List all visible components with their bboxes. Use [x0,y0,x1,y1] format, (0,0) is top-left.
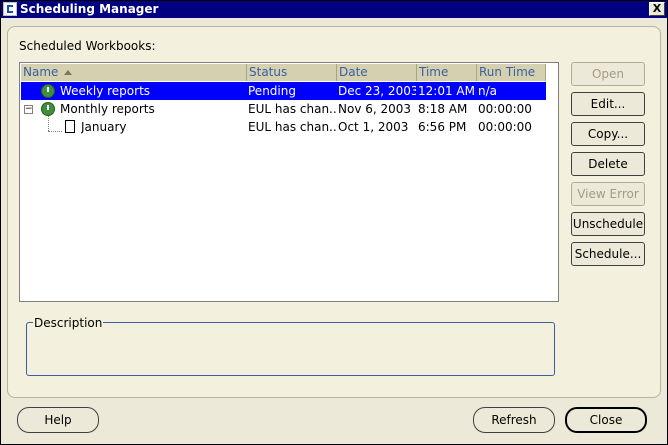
table-row[interactable]: January EUL has chan... Oct 1, 2003 6:56… [21,118,546,136]
scheduled-workbook-icon [41,84,55,98]
row-run-time: 00:00:00 [478,102,532,116]
column-time[interactable]: Time [417,64,477,81]
workbooks-tree-table[interactable]: Name Status Date Time Run Time Weekly re… [19,62,559,302]
row-run-time: n/a [478,84,498,98]
column-date[interactable]: Date [337,64,417,81]
row-name: January [81,120,127,134]
column-header: Name Status Date Time Run Time [21,64,546,81]
table-row[interactable]: Weekly reports Pending Dec 23, 2003 12:0… [21,82,546,100]
row-status: EUL has chan... [248,102,336,116]
close-button[interactable]: Close [565,407,647,433]
copy-button[interactable]: Copy... [571,122,645,146]
view-error-button[interactable]: View Error [571,182,645,206]
scheduled-workbooks-label: Scheduled Workbooks: [19,39,156,53]
window-title: Scheduling Manager [20,2,159,16]
help-button[interactable]: Help [17,407,99,433]
scheduled-workbook-icon [41,102,55,116]
sort-ascending-icon [64,70,73,75]
column-status[interactable]: Status [247,64,337,81]
app-icon [3,2,17,16]
edit-button[interactable]: Edit... [571,92,645,116]
row-time: 12:01 AM [418,84,475,98]
row-name: Weekly reports [60,84,151,98]
row-date: Oct 1, 2003 [338,120,409,134]
workbook-document-icon [65,120,75,133]
row-time: 8:18 AM [418,102,468,116]
table-row[interactable]: − Monthly reports EUL has chan... Nov 6,… [21,100,546,118]
row-status: Pending [248,84,296,98]
column-run-time[interactable]: Run Time [477,64,546,81]
refresh-button[interactable]: Refresh [473,407,555,433]
column-name-label: Name [23,65,59,79]
row-run-time: 00:00:00 [478,120,532,134]
close-window-button[interactable]: X [649,2,665,16]
delete-button[interactable]: Delete [571,152,645,176]
column-name[interactable]: Name [21,64,247,81]
row-date: Nov 6, 2003 [338,102,412,116]
row-status: EUL has chan... [248,120,336,134]
row-time: 6:56 PM [418,120,467,134]
row-date: Dec 23, 2003 [338,84,416,98]
schedule-button[interactable]: Schedule... [571,242,645,266]
description-label: Description [33,316,104,330]
collapse-icon[interactable]: − [24,105,33,114]
title-bar[interactable]: Scheduling Manager X [1,1,667,18]
open-button[interactable]: Open [571,62,645,86]
description-box [26,322,555,376]
row-name: Monthly reports [60,102,155,116]
unschedule-button[interactable]: Unschedule [571,212,645,236]
